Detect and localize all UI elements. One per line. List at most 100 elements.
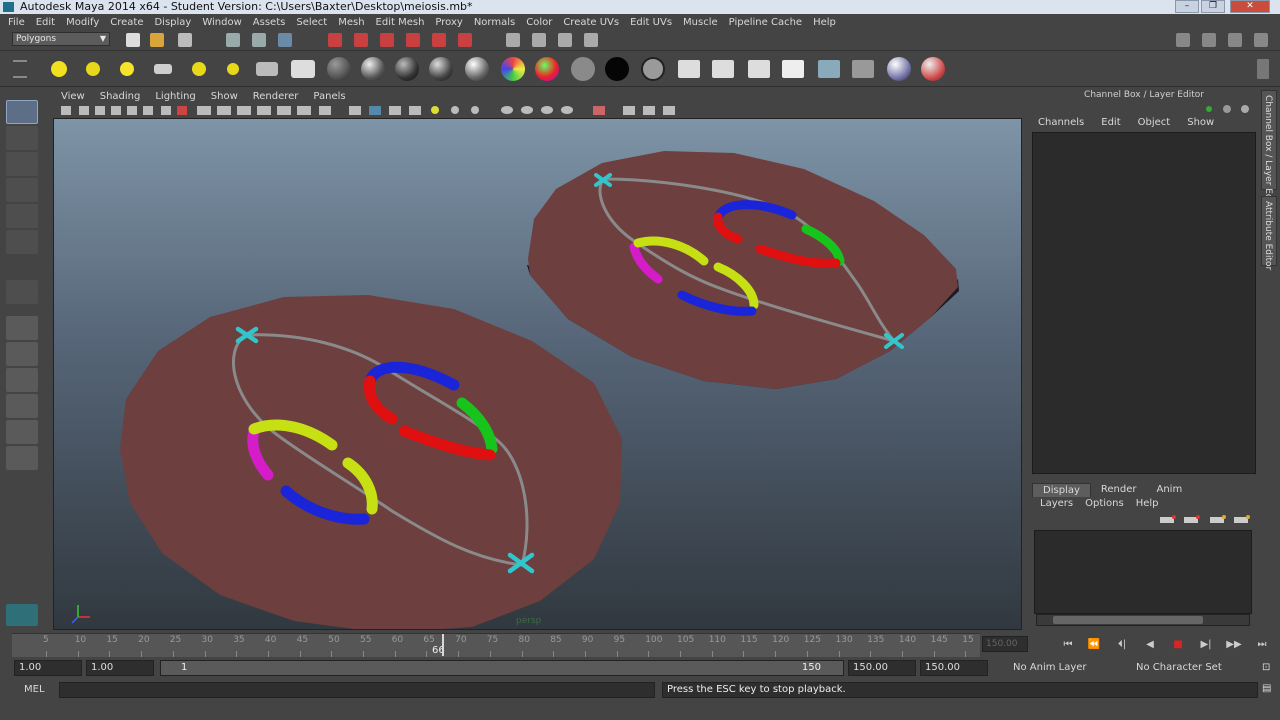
script-language-toggle[interactable]: MEL — [24, 684, 45, 695]
attribute-editor-toggle-icon[interactable] — [1228, 33, 1242, 47]
toggle-sidebar-icon[interactable] — [1176, 33, 1190, 47]
shelf-options-icon[interactable] — [1250, 57, 1276, 81]
close-button[interactable]: ✕ — [1230, 0, 1270, 13]
stop-playback-icon[interactable]: ■ — [1168, 637, 1188, 653]
key-selected-icon[interactable] — [1202, 104, 1216, 114]
mask-handles-icon[interactable] — [328, 33, 342, 47]
tool-settings-toggle-icon[interactable] — [1254, 33, 1268, 47]
scrollbar-thumb[interactable] — [1053, 616, 1203, 624]
menu-help[interactable]: Help — [813, 17, 836, 28]
shelf-menu-icon[interactable] — [13, 60, 27, 78]
playback-start-field[interactable]: 1.00 — [86, 660, 154, 676]
point-light-icon[interactable] — [114, 57, 140, 81]
character-set-selector[interactable]: No Character Set — [1136, 662, 1222, 673]
layer-menu-layers[interactable]: Layers — [1040, 498, 1073, 512]
snap-curve-icon[interactable] — [532, 33, 546, 47]
panel-menu-show[interactable]: Show — [211, 91, 238, 102]
ambient-light-icon[interactable] — [46, 57, 72, 81]
directional-light-icon[interactable] — [80, 57, 106, 81]
step-back-frame-icon[interactable]: ⏴| — [1112, 637, 1132, 653]
key-all-icon[interactable] — [1220, 104, 1234, 114]
ramp-shader-icon[interactable] — [534, 57, 560, 81]
menu-create-uvs[interactable]: Create UVs — [563, 17, 619, 28]
paint-effects-icon[interactable] — [920, 57, 946, 81]
mask-surfaces-icon[interactable] — [406, 33, 420, 47]
render-current-frame-icon[interactable] — [780, 57, 806, 81]
use-background-icon[interactable] — [604, 57, 630, 81]
menu-file[interactable]: File — [8, 17, 25, 28]
ipr-render-icon[interactable] — [746, 57, 772, 81]
script-editor-icon[interactable]: ▤ — [1262, 683, 1271, 694]
snap-grid-icon[interactable] — [506, 33, 520, 47]
select-hierarchy-icon[interactable] — [226, 33, 240, 47]
menu-color[interactable]: Color — [526, 17, 552, 28]
blinn-material-icon[interactable] — [360, 57, 386, 81]
new-scene-icon[interactable] — [126, 33, 140, 47]
go-to-start-icon[interactable]: ⏮ — [1058, 637, 1078, 653]
mask-dynamics-icon[interactable] — [458, 33, 472, 47]
panel-menu-lighting[interactable]: Lighting — [155, 91, 195, 102]
time-slider[interactable]: 5 10 15 20 25 30 35 40 45 50 55 60 65 70 75 80 85 90 95 100… — [12, 633, 980, 657]
persp-outliner-layout-icon[interactable] — [6, 368, 38, 392]
perspective-viewport[interactable]: persp — [53, 118, 1022, 630]
menu-edit-uvs[interactable]: Edit UVs — [630, 17, 672, 28]
range-slider[interactable]: 1 150 — [160, 660, 844, 676]
minimize-button[interactable]: – — [1175, 0, 1199, 13]
tab-channel-box[interactable]: Channel Box / Layer Editor — [1261, 90, 1277, 215]
step-back-key-icon[interactable]: ⏪ — [1084, 637, 1104, 653]
menu-muscle[interactable]: Muscle — [683, 17, 718, 28]
paint-select-tool-icon[interactable] — [6, 152, 38, 176]
menu-proxy[interactable]: Proxy — [435, 17, 462, 28]
current-frame-marker[interactable] — [442, 634, 444, 656]
phong-material-icon[interactable] — [394, 57, 420, 81]
panel-menu-view[interactable]: View — [61, 91, 85, 102]
tab-anim[interactable]: Anim — [1146, 483, 1192, 497]
volume-light-icon[interactable] — [220, 57, 246, 81]
tab-attribute-editor[interactable]: Attribute Editor — [1261, 196, 1277, 270]
panel-menu-shading[interactable]: Shading — [100, 91, 141, 102]
batch-render-icon[interactable] — [816, 57, 842, 81]
mental-ray-icon[interactable] — [886, 57, 912, 81]
preferences-icon[interactable]: ⊡ — [1262, 662, 1270, 673]
menu-edit[interactable]: Edit — [36, 17, 55, 28]
menu-create[interactable]: Create — [110, 17, 143, 28]
current-time-field[interactable]: 150.00 — [982, 636, 1028, 652]
select-tool-icon[interactable] — [6, 100, 38, 124]
start-time-field[interactable]: 1.00 — [14, 660, 82, 676]
persp-graph-layout-icon[interactable] — [6, 394, 38, 418]
render-view-icon[interactable] — [290, 57, 316, 81]
menu-edit-mesh[interactable]: Edit Mesh — [376, 17, 425, 28]
step-forward-frame-icon[interactable]: ▶| — [1196, 637, 1216, 653]
menu-select[interactable]: Select — [296, 17, 327, 28]
play-backwards-icon[interactable]: ◀ — [1140, 637, 1160, 653]
select-component-icon[interactable] — [278, 33, 292, 47]
mask-joints-icon[interactable] — [354, 33, 368, 47]
menu-display[interactable]: Display — [154, 17, 191, 28]
snap-plane-icon[interactable] — [584, 33, 598, 47]
layer-menu-options[interactable]: Options — [1085, 498, 1124, 512]
area-light-icon[interactable] — [186, 57, 212, 81]
channel-box-menu-channels[interactable]: Channels — [1038, 117, 1084, 131]
phonge-material-icon[interactable] — [428, 57, 454, 81]
anisotropic-material-icon[interactable] — [464, 57, 490, 81]
last-used-tool-icon[interactable] — [6, 280, 38, 304]
menu-set-dropdown[interactable]: Polygons ▼ — [12, 32, 110, 46]
menu-modify[interactable]: Modify — [66, 17, 99, 28]
rotate-tool-icon[interactable] — [6, 204, 38, 228]
command-input[interactable] — [59, 682, 655, 698]
go-to-end-icon[interactable]: ⏭ — [1252, 637, 1272, 653]
menu-assets[interactable]: Assets — [253, 17, 286, 28]
lambert-material-icon[interactable] — [326, 57, 352, 81]
graph-outliner-layout-icon[interactable] — [6, 446, 38, 470]
menu-pipeline-cache[interactable]: Pipeline Cache — [729, 17, 802, 28]
breakdown-icon[interactable] — [1238, 104, 1252, 114]
open-scene-icon[interactable] — [150, 33, 164, 47]
surface-shader-icon[interactable] — [570, 57, 596, 81]
render-settings-icon[interactable] — [710, 57, 736, 81]
layer-menu-help[interactable]: Help — [1136, 498, 1159, 512]
anim-layer-selector[interactable]: No Anim Layer — [1013, 662, 1087, 673]
select-object-icon[interactable] — [252, 33, 266, 47]
tab-render[interactable]: Render — [1091, 483, 1147, 497]
single-perspective-layout-icon[interactable] — [6, 316, 38, 340]
hypershade-icon[interactable] — [676, 57, 702, 81]
